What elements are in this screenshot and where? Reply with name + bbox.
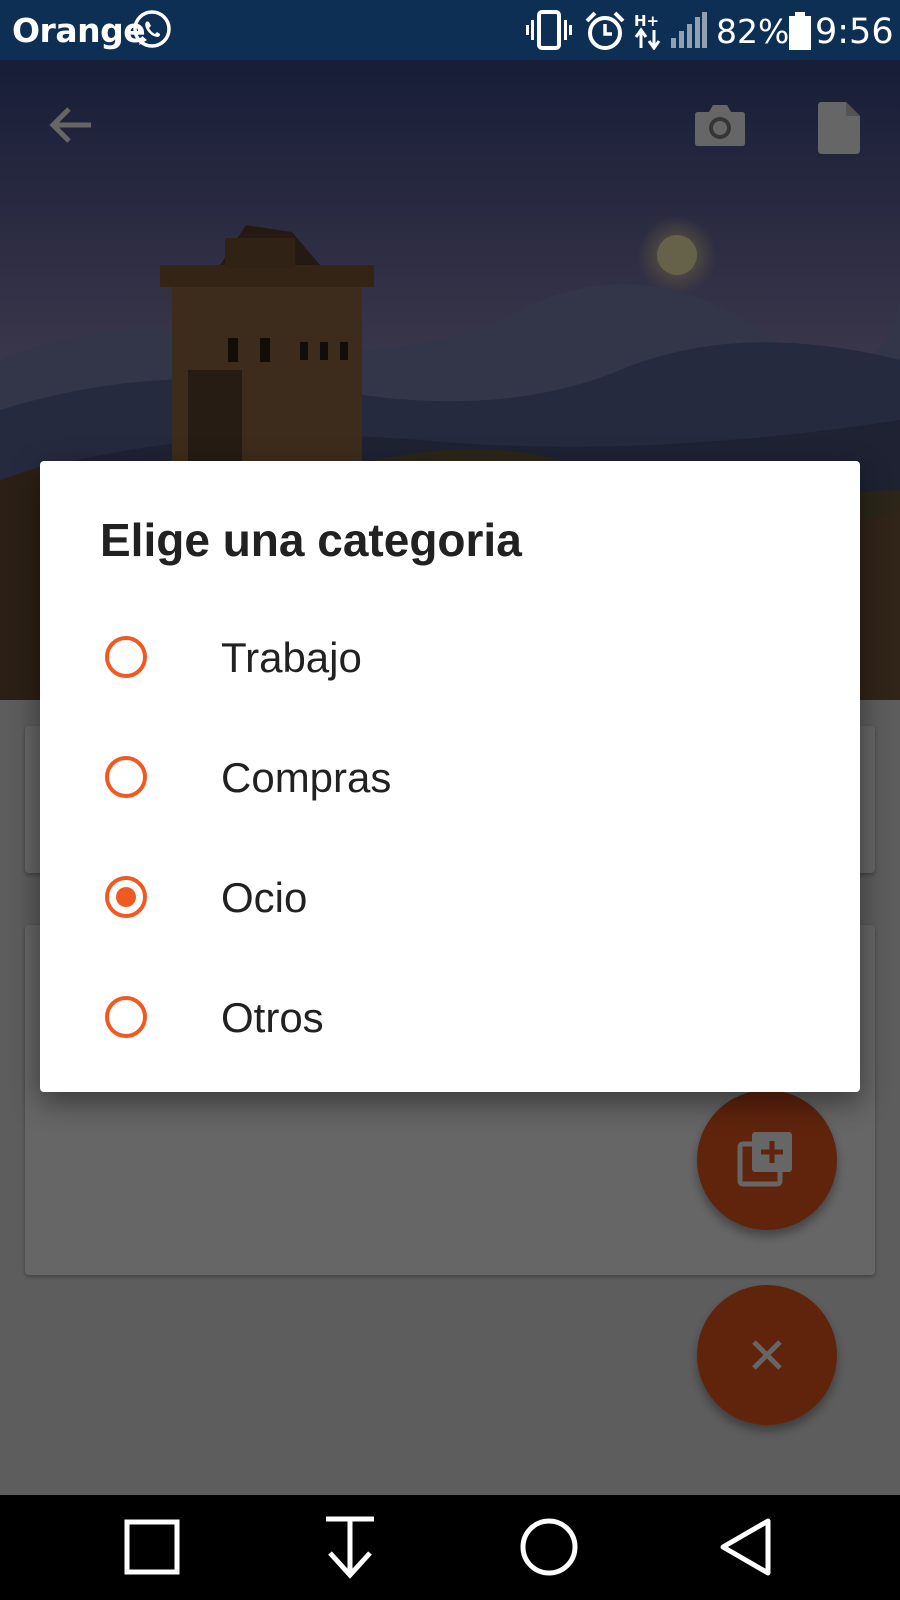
status-clock: 9:56 (815, 12, 894, 52)
vibrate-icon (526, 10, 572, 55)
option-label: Ocio (221, 874, 308, 921)
dialog-title: Elige una categoria (100, 514, 522, 566)
option-label: Trabajo (221, 634, 362, 681)
radio-button[interactable] (105, 756, 147, 798)
back-button[interactable] (697, 1495, 797, 1600)
notifications-pull-icon (326, 1516, 374, 1579)
battery-icon (789, 12, 811, 55)
back-icon (720, 1518, 771, 1576)
option-otros[interactable]: Otros (40, 965, 860, 1075)
carrier-name: Orange (12, 11, 146, 50)
radio-button[interactable] (105, 636, 147, 678)
signal-icon (671, 12, 707, 53)
option-ocio[interactable]: Ocio (40, 845, 860, 955)
radio-selected-dot (116, 887, 136, 907)
data-arrows-icon: H+ (634, 12, 668, 55)
notifications-pull-button[interactable] (300, 1495, 400, 1600)
battery-percentage: 82% (716, 12, 790, 51)
network-type-label: H+ (634, 12, 659, 30)
recent-apps-icon (124, 1519, 180, 1575)
option-compras[interactable]: Compras (40, 725, 860, 835)
whatsapp-icon (131, 9, 173, 56)
option-trabajo[interactable]: Trabajo (40, 605, 860, 715)
alarm-icon (584, 10, 626, 57)
radio-button[interactable] (105, 996, 147, 1038)
option-label: Compras (221, 754, 392, 801)
category-dialog: Elige una categoria Trabajo Compras Ocio… (40, 461, 860, 1092)
option-label: Otros (221, 994, 324, 1041)
home-icon (520, 1518, 578, 1576)
status-bar: Orange H+ 82% 9:56 (0, 0, 900, 60)
recent-apps-button[interactable] (102, 1495, 202, 1600)
home-button[interactable] (499, 1495, 599, 1600)
radio-button-selected[interactable] (105, 876, 147, 918)
navigation-bar (0, 1495, 900, 1600)
